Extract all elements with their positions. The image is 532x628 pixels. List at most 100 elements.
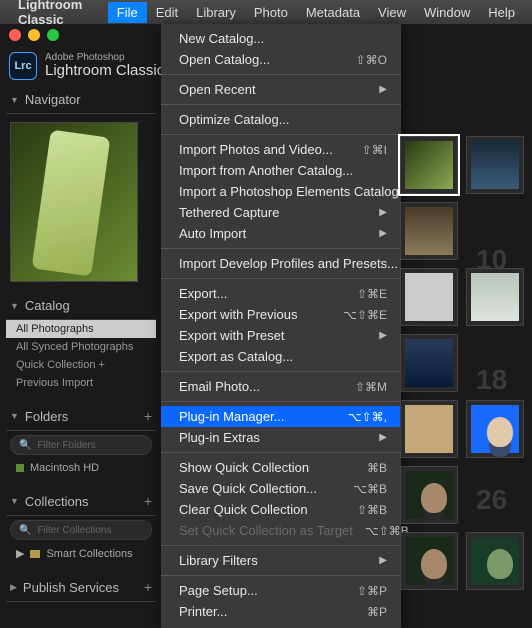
brand-big: Lightroom Classic [45,63,164,79]
search-icon: 🔍 [19,525,31,536]
menu-shortcut: ⇧⌘E [345,287,387,301]
grid-index: 18 [476,364,507,396]
thumb-cell[interactable] [466,136,524,194]
menu-item[interactable]: Export...⇧⌘E [161,283,401,304]
disk-icon [16,464,24,472]
app-brand: Lrc Adobe Photoshop Lightroom Classic [9,52,164,80]
menu-item[interactable]: Plug-in Manager...⌥⇧⌘, [161,406,401,427]
catalog-header[interactable]: ▼ Catalog [6,292,156,320]
menu-photo[interactable]: Photo [245,2,297,23]
close-icon[interactable] [9,29,21,41]
chevron-down-icon: ▼ [10,411,19,421]
menu-item[interactable]: Open Catalog...⇧⌘O [161,49,401,70]
menu-metadata[interactable]: Metadata [297,2,369,23]
menu-item[interactable]: Show Quick Collection⌘B [161,457,401,478]
minimize-icon[interactable] [28,29,40,41]
publish-header[interactable]: ▶ Publish Services + [6,573,156,602]
menu-item-label: Tethered Capture [179,205,279,220]
grid-index: 26 [476,484,507,516]
menu-item[interactable]: Email Photo...⇧⌘M [161,376,401,397]
thumb-cell[interactable] [466,400,524,458]
menu-item[interactable]: Import Photos and Video...⇧⌘I [161,139,401,160]
thumb-cell[interactable] [466,268,524,326]
publish-title: Publish Services [23,580,119,595]
thumb-cell[interactable] [400,466,458,524]
menu-item[interactable]: Import a Photoshop Elements Catalog... [161,181,401,202]
chevron-down-icon: ▼ [10,95,19,105]
menu-library[interactable]: Library [187,2,245,23]
menu-item[interactable]: Export with Preset▶ [161,325,401,346]
folders-header[interactable]: ▼ Folders + [6,402,156,431]
folders-panel: ▼ Folders + 🔍 Filter Folders Macintosh H… [6,402,156,477]
thumb-cell[interactable] [466,532,524,590]
app-name[interactable]: Lightroom Classic [18,0,98,27]
menu-window[interactable]: Window [415,2,479,23]
menu-item[interactable]: Import Develop Profiles and Presets... [161,253,401,274]
menu-item-label: Library Filters [179,553,258,568]
catalog-item-synced[interactable]: All Synced Photographs [6,338,156,356]
thumb-cell[interactable] [400,400,458,458]
menu-file[interactable]: File [108,2,147,23]
menu-item[interactable]: Open Recent▶ [161,79,401,100]
folder-disk[interactable]: Macintosh HD [6,459,156,477]
catalog-item-prev[interactable]: Previous Import [6,374,156,392]
menu-item[interactable]: Export as Catalog... [161,346,401,367]
collections-panel: ▼ Collections + 🔍 Filter Collections ▶ S… [6,487,156,563]
menu-shortcut: ⌥⇧⌘, [336,410,387,424]
navigator-preview[interactable] [10,122,138,282]
add-folder-icon[interactable]: + [144,408,152,424]
menu-help[interactable]: Help [479,2,524,23]
navigator-header[interactable]: ▼ Navigator [6,86,156,114]
menu-separator [161,248,401,249]
menu-item[interactable]: Auto Import▶ [161,223,401,244]
menu-item[interactable]: Printer... ⌘P [161,601,401,622]
menu-shortcut: ⇧⌘P [345,584,387,598]
menu-item-label: Set Quick Collection as Target [179,523,353,538]
menu-shortcut: ⌘B [355,461,387,475]
menu-item-label: Printer... [179,604,227,619]
menu-item[interactable]: Page Setup...⇧⌘P [161,580,401,601]
menu-shortcut: ⌥⇧⌘E [331,308,387,322]
chevron-down-icon: ▼ [10,496,19,506]
menu-shortcut: ⇧⌘I [350,143,387,157]
menu-item-label: Plug-in Extras [179,430,260,445]
menu-shortcut: ⌥⌘B [341,482,387,496]
thumb-cell[interactable] [400,268,458,326]
menu-separator [161,104,401,105]
menu-view[interactable]: View [369,2,415,23]
catalog-item-all[interactable]: All Photographs [6,320,156,338]
filter-collections-input[interactable]: 🔍 Filter Collections [10,520,152,540]
thumb-cell[interactable] [400,334,458,392]
add-publish-icon[interactable]: + [144,579,152,595]
chevron-down-icon: ▼ [10,301,19,311]
menu-item[interactable]: Save Quick Collection...⌥⌘B [161,478,401,499]
menu-item[interactable]: Optimize Catalog... [161,109,401,130]
smart-collections-label: Smart Collections [46,548,132,560]
menu-item-label: Export as Catalog... [179,349,293,364]
menu-item[interactable]: Tethered Capture▶ [161,202,401,223]
thumb-cell[interactable] [400,136,458,194]
menu-item-label: Export with Preset [179,328,285,343]
menu-separator [161,134,401,135]
menu-item[interactable]: Export with Previous⌥⇧⌘E [161,304,401,325]
menu-shortcut: ⌘P [355,605,387,619]
menu-item[interactable]: Library Filters▶ [161,550,401,571]
zoom-icon[interactable] [47,29,59,41]
folder-disk-label: Macintosh HD [30,462,99,474]
thumb-cell[interactable] [400,202,458,260]
add-collection-icon[interactable]: + [144,493,152,509]
filter-folders-input[interactable]: 🔍 Filter Folders [10,435,152,455]
catalog-item-quick[interactable]: Quick Collection + [6,356,156,374]
menu-edit[interactable]: Edit [147,2,187,23]
smart-collections[interactable]: ▶ Smart Collections [6,544,156,563]
menu-item-label: New Catalog... [179,31,264,46]
menu-item[interactable]: Import from Another Catalog... [161,160,401,181]
thumb-cell[interactable] [400,532,458,590]
collections-header[interactable]: ▼ Collections + [6,487,156,516]
menu-item[interactable]: Plug-in Extras▶ [161,427,401,448]
app-logo-icon: Lrc [9,52,37,80]
menu-item[interactable]: New Catalog... [161,28,401,49]
menu-item[interactable]: Clear Quick Collection⇧⌘B [161,499,401,520]
thumbnail-grid: 10 18 26 [400,136,530,590]
menu-item-label: Import from Another Catalog... [179,163,353,178]
